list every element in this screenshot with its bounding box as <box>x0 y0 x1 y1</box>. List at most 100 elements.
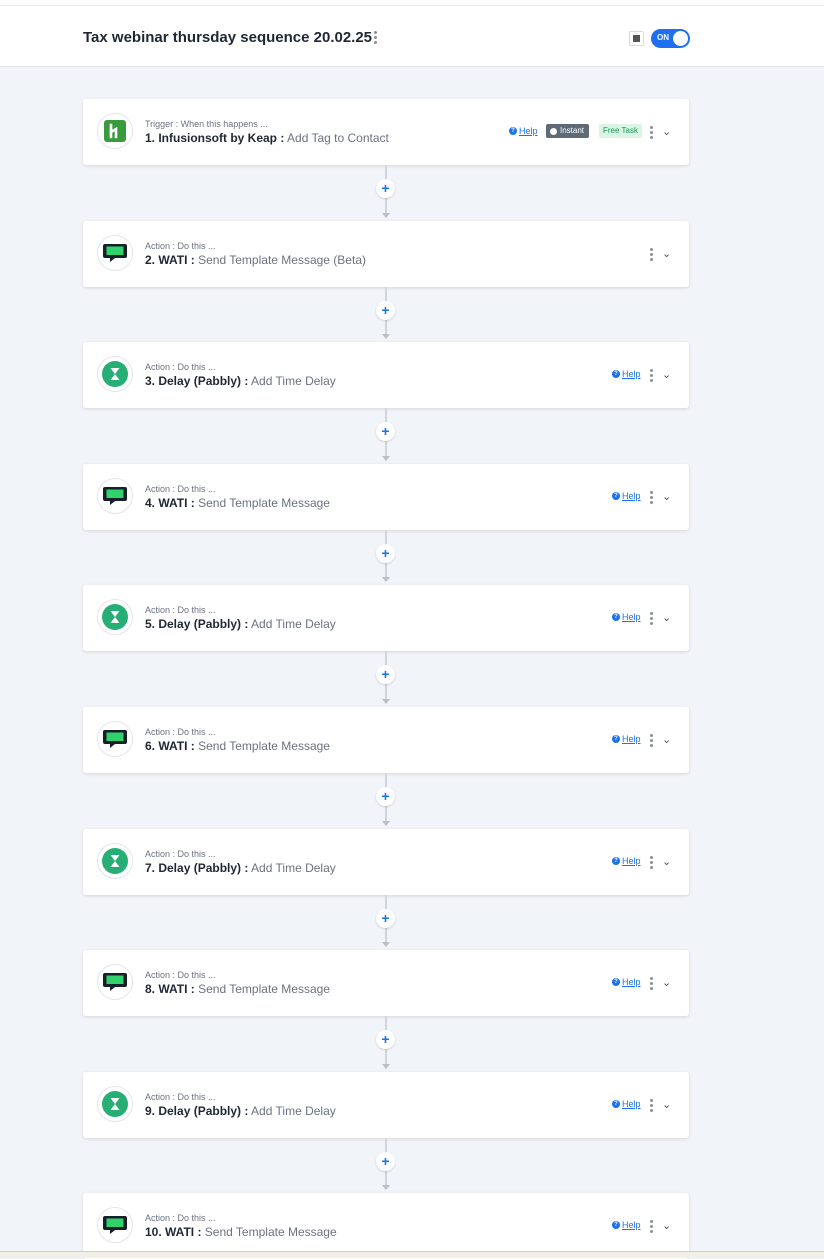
more-options-icon[interactable] <box>648 977 654 992</box>
step-title[interactable]: 6. WATI : Send Template Message <box>145 739 330 753</box>
add-step-button[interactable]: + <box>376 1152 395 1171</box>
more-options-icon[interactable] <box>648 1220 654 1235</box>
step-title[interactable]: 1. Infusionsoft by Keap : Add Tag to Con… <box>145 131 389 145</box>
step-type-label: Action : Do this ... <box>145 484 216 494</box>
help-icon: ? <box>612 370 620 378</box>
chevron-down-icon[interactable]: ⌄ <box>662 370 671 381</box>
free-task-badge: Free Task <box>599 124 642 138</box>
add-step-button[interactable]: + <box>376 665 395 684</box>
add-step-button[interactable]: + <box>376 301 395 320</box>
step-app-name: 2. WATI : <box>145 253 195 267</box>
add-step-button[interactable]: + <box>376 422 395 441</box>
help-link[interactable]: ? Help <box>612 369 641 379</box>
step-title[interactable]: 5. Delay (Pabbly) : Add Time Delay <box>145 617 336 631</box>
add-step-button[interactable]: + <box>376 1030 395 1049</box>
workflow-title[interactable]: Tax webinar thursday sequence 20.02.25 <box>83 29 372 46</box>
help-label: Help <box>622 491 641 501</box>
chevron-down-icon[interactable]: ⌄ <box>662 127 671 138</box>
add-step-button[interactable]: + <box>376 787 395 806</box>
chevron-down-icon[interactable]: ⌄ <box>662 492 671 503</box>
help-link[interactable]: ? Help <box>612 734 641 744</box>
help-link[interactable]: ? Help <box>612 1220 641 1230</box>
help-icon: ? <box>612 613 620 621</box>
step-card[interactable]: Action : Do this ... 10. WATI : Send Temp… <box>83 1193 689 1259</box>
step-card[interactable]: Action : Do this ... 4. WATI : Send Templ… <box>83 464 689 530</box>
step-app-name: 9. Delay (Pabbly) : <box>145 1104 249 1118</box>
chevron-down-icon[interactable]: ⌄ <box>662 249 671 260</box>
chat-bubble-icon <box>97 721 133 757</box>
help-icon: ? <box>612 1221 620 1229</box>
add-step-button[interactable]: + <box>376 544 395 563</box>
step-app-name: 8. WATI : <box>145 982 195 996</box>
more-options-icon[interactable] <box>648 491 654 506</box>
chevron-down-icon[interactable]: ⌄ <box>662 1100 671 1111</box>
step-card[interactable]: Action : Do this ... 6. WATI : Send Templ… <box>83 707 689 773</box>
more-options-icon[interactable] <box>648 369 654 384</box>
step-title[interactable]: 2. WATI : Send Template Message (Beta) <box>145 253 366 267</box>
help-label: Help <box>519 126 538 136</box>
more-options-icon[interactable] <box>648 856 654 871</box>
step-card[interactable]: Trigger : When this happens ... 1. Infusi… <box>83 99 689 165</box>
hourglass-icon <box>97 599 133 635</box>
step-card[interactable]: Action : Do this ... 2. WATI : Send Templ… <box>83 221 689 287</box>
step-event-name: Add Tag to Contact <box>284 131 389 145</box>
chevron-down-icon[interactable]: ⌄ <box>662 978 671 989</box>
help-link[interactable]: ? Help <box>509 126 538 136</box>
chevron-down-icon[interactable]: ⌄ <box>662 1221 671 1232</box>
arrow-down-icon <box>382 213 390 218</box>
chat-bubble-icon <box>97 235 133 271</box>
arrow-down-icon <box>382 942 390 947</box>
chevron-down-icon[interactable]: ⌄ <box>662 735 671 746</box>
step-type-label: Action : Do this ... <box>145 1213 216 1223</box>
more-options-icon[interactable] <box>648 1099 654 1114</box>
step-title[interactable]: 8. WATI : Send Template Message <box>145 982 330 996</box>
help-label: Help <box>622 369 641 379</box>
help-link[interactable]: ? Help <box>612 1099 641 1109</box>
step-card[interactable]: Action : Do this ... 9. Delay (Pabbly) : … <box>83 1072 689 1138</box>
arrow-down-icon <box>382 334 390 339</box>
step-app-name: 4. WATI : <box>145 496 195 510</box>
help-label: Help <box>622 734 641 744</box>
step-card[interactable]: Action : Do this ... 8. WATI : Send Templ… <box>83 950 689 1016</box>
step-card[interactable]: Action : Do this ... 3. Delay (Pabbly) : … <box>83 342 689 408</box>
step-card[interactable]: Action : Do this ... 5. Delay (Pabbly) : … <box>83 585 689 651</box>
chevron-down-icon[interactable]: ⌄ <box>662 613 671 624</box>
help-icon: ? <box>612 978 620 986</box>
keap-icon <box>97 113 133 149</box>
arrow-down-icon <box>382 699 390 704</box>
more-options-icon[interactable] <box>648 126 654 141</box>
step-app-name: 1. Infusionsoft by Keap : <box>145 131 285 145</box>
arrow-down-icon <box>382 456 390 461</box>
step-type-label: Action : Do this ... <box>145 605 216 615</box>
workflow-on-toggle[interactable]: ON <box>651 29 690 48</box>
step-event-name: Add Time Delay <box>248 1104 336 1118</box>
add-step-button[interactable]: + <box>376 179 395 198</box>
hourglass-icon <box>97 1086 133 1122</box>
step-title[interactable]: 9. Delay (Pabbly) : Add Time Delay <box>145 1104 336 1118</box>
step-type-label: Action : Do this ... <box>145 727 216 737</box>
step-card[interactable]: Action : Do this ... 7. Delay (Pabbly) : … <box>83 829 689 895</box>
more-options-icon[interactable] <box>648 248 654 263</box>
chat-bubble-icon <box>97 478 133 514</box>
step-app-name: 5. Delay (Pabbly) : <box>145 617 249 631</box>
help-link[interactable]: ? Help <box>612 977 641 987</box>
more-options-icon[interactable] <box>648 612 654 627</box>
step-title[interactable]: 10. WATI : Send Template Message <box>145 1225 337 1239</box>
step-type-label: Action : Do this ... <box>145 849 216 859</box>
chevron-down-icon[interactable]: ⌄ <box>662 857 671 868</box>
step-type-label: Action : Do this ... <box>145 1092 216 1102</box>
help-label: Help <box>622 1220 641 1230</box>
step-title[interactable]: 4. WATI : Send Template Message <box>145 496 330 510</box>
help-link[interactable]: ? Help <box>612 491 641 501</box>
help-link[interactable]: ? Help <box>612 612 641 622</box>
help-link[interactable]: ? Help <box>612 856 641 866</box>
help-label: Help <box>622 1099 641 1109</box>
title-more-icon[interactable] <box>370 31 380 45</box>
notes-icon[interactable] <box>629 31 644 46</box>
step-title[interactable]: 3. Delay (Pabbly) : Add Time Delay <box>145 374 336 388</box>
step-title[interactable]: 7. Delay (Pabbly) : Add Time Delay <box>145 861 336 875</box>
step-app-name: 10. WATI : <box>145 1225 202 1239</box>
arrow-down-icon <box>382 1185 390 1190</box>
add-step-button[interactable]: + <box>376 909 395 928</box>
more-options-icon[interactable] <box>648 734 654 749</box>
